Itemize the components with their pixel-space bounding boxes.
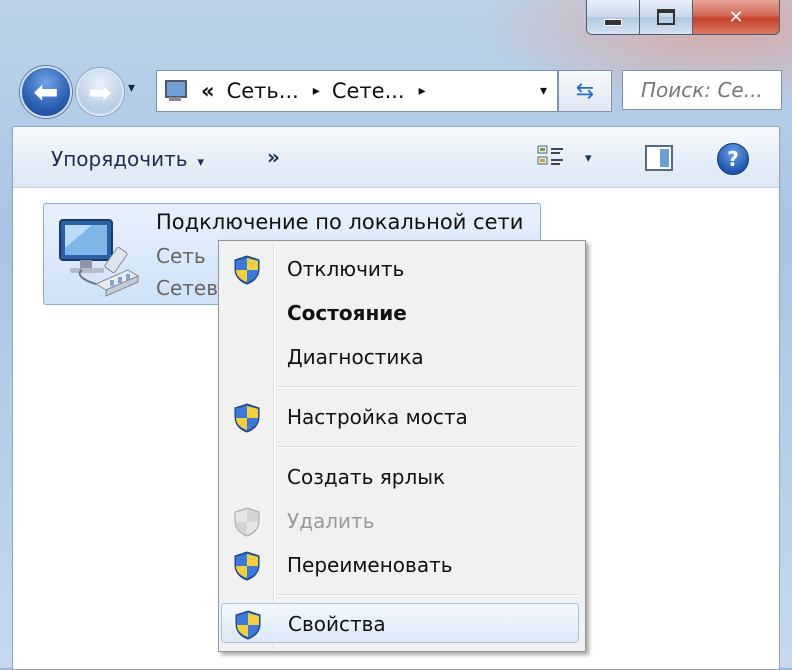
command-bar: Упорядочить ▾ » ▾ ? [13,127,779,188]
organize-button[interactable]: Упорядочить ▾ [51,147,204,171]
address-overflow-chevron[interactable]: « [201,79,215,103]
context-menu: Отключить Состояние Диагностика Настройк… [218,240,586,652]
network-adapter-icon [59,219,140,297]
menu-item-label: Переименовать [287,553,453,577]
uac-shield-icon [234,507,260,537]
recent-pages-dropdown[interactable]: ▾ [128,80,135,96]
breadcrumb-separator-icon[interactable]: ▸ [313,83,320,99]
help-icon: ? [727,147,739,171]
menu-item-label: Состояние [287,301,407,325]
address-dropdown-icon[interactable]: ▾ [540,83,547,99]
menu-item-create-shortcut[interactable]: Создать ярлык [221,457,579,497]
menu-separator [277,386,579,388]
close-icon: ✕ [728,6,744,28]
menu-item-label: Создать ярлык [287,465,446,489]
close-button[interactable]: ✕ [693,0,780,35]
view-options-dropdown[interactable]: ▾ [585,151,592,166]
menu-item-label: Свойства [288,612,386,636]
refresh-icon: ⇆ [575,78,595,104]
uac-shield-icon [234,403,260,433]
network-folder-icon [163,78,189,104]
window-frame: ✕ ⬅ ➡ ▾ « Сеть... ▸ Сете... ▸ ▾ ⇆ Поиск:… [0,0,792,670]
menu-item-bridge[interactable]: Настройка моста [221,397,579,437]
breadcrumb-separator-icon[interactable]: ▸ [419,83,426,99]
minimize-button[interactable] [586,0,640,35]
menu-item-status[interactable]: Состояние [221,293,579,333]
menu-item-diagnostics[interactable]: Диагностика [221,337,579,377]
menu-item-disable[interactable]: Отключить [221,249,579,289]
organize-label: Упорядочить [51,147,188,171]
chevron-down-icon: ▾ [197,155,205,170]
change-view-icon[interactable] [537,145,565,171]
help-button[interactable]: ? [717,143,749,175]
back-button[interactable]: ⬅ [20,66,72,118]
more-commands-button[interactable]: » [267,145,280,169]
back-arrow-icon: ⬅ [33,74,59,110]
uac-shield-icon [235,610,261,640]
connection-adapter-label: Сетев [156,276,219,300]
uac-shield-icon [234,255,260,285]
menu-item-label: Отключить [287,257,405,281]
menu-separator [277,446,579,448]
caption-buttons: ✕ [586,0,780,35]
forward-arrow-icon: ➡ [88,75,112,109]
uac-shield-icon [234,551,260,581]
preview-pane-button[interactable] [645,145,673,171]
search-input[interactable]: Поиск: Се... [622,70,782,110]
breadcrumb-network[interactable]: Сеть... [227,79,299,103]
menu-separator [277,594,579,596]
maximize-button[interactable] [640,0,693,35]
refresh-button[interactable]: ⇆ [558,70,612,112]
menu-item-delete[interactable]: Удалить [221,501,579,541]
address-bar[interactable]: « Сеть... ▸ Сете... ▸ ▾ [156,70,558,112]
menu-item-label: Диагностика [287,345,424,369]
search-placeholder: Поиск: Се... [641,78,763,102]
connection-network-label: Сеть [156,244,206,268]
connection-name: Подключение по локальной сети [156,210,524,234]
breadcrumb-network-connections[interactable]: Сете... [332,79,405,103]
preview-pane-icon [660,149,669,167]
forward-button[interactable]: ➡ [76,68,124,116]
maximize-icon [657,9,675,25]
menu-item-rename[interactable]: Переименовать [221,545,579,585]
minimize-icon [604,18,622,26]
menu-item-properties[interactable]: Свойства [221,603,579,643]
menu-item-label: Удалить [287,509,375,533]
menu-item-label: Настройка моста [287,405,468,429]
